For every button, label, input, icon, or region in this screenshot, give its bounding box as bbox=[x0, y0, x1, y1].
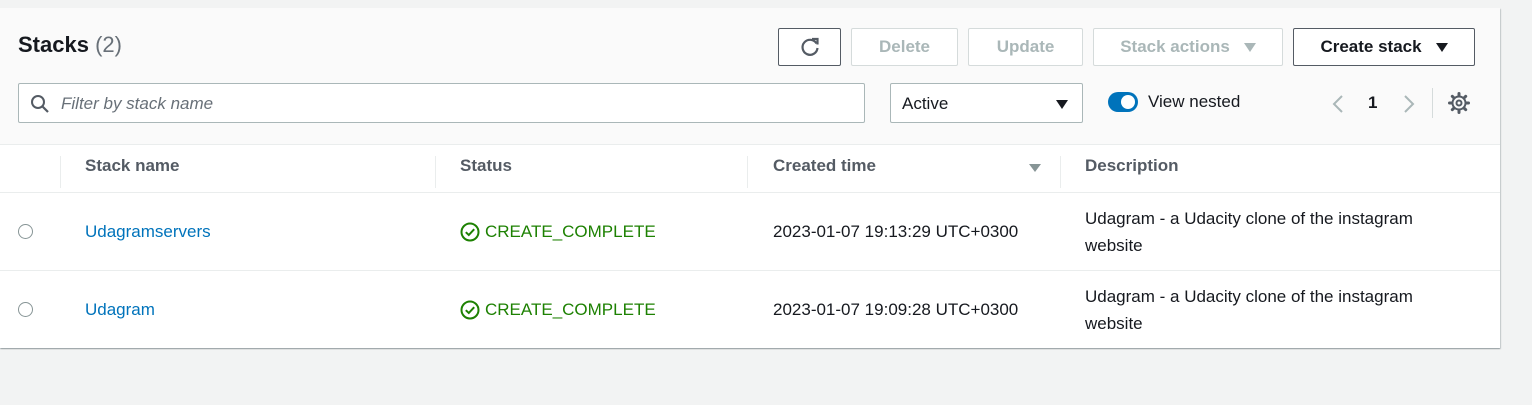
status-success-icon bbox=[460, 222, 480, 242]
divider bbox=[1432, 88, 1433, 118]
delete-button[interactable]: Delete bbox=[851, 28, 958, 66]
column-header-description[interactable]: Description bbox=[1085, 156, 1179, 176]
caret-down-icon bbox=[1056, 100, 1068, 109]
toggle-knob bbox=[1121, 95, 1135, 109]
status-text: CREATE_COMPLETE bbox=[485, 300, 656, 319]
table-row: Udagramservers CREATE_COMPLETE 2023-01-0… bbox=[0, 192, 1500, 271]
stack-actions-button[interactable]: Stack actions bbox=[1093, 28, 1283, 66]
search-icon bbox=[31, 95, 49, 113]
refresh-icon bbox=[800, 37, 819, 56]
search-field[interactable] bbox=[18, 83, 865, 124]
chevron-right-icon[interactable] bbox=[1402, 94, 1416, 114]
created-time: 2023-01-07 19:13:29 UTC+0300 bbox=[773, 222, 1019, 241]
refresh-button[interactable] bbox=[778, 28, 841, 66]
caret-down-icon bbox=[1435, 42, 1448, 52]
search-input[interactable] bbox=[59, 84, 853, 124]
description: Udagram - a Udacity clone of the instagr… bbox=[1085, 287, 1413, 333]
created-time: 2023-01-07 19:09:28 UTC+0300 bbox=[773, 300, 1019, 319]
update-button[interactable]: Update bbox=[968, 28, 1083, 66]
chevron-left-icon[interactable] bbox=[1331, 94, 1345, 114]
column-header-stack-name[interactable]: Stack name bbox=[85, 156, 180, 176]
create-stack-button[interactable]: Create stack bbox=[1293, 28, 1475, 66]
table-row: Udagram CREATE_COMPLETE 2023-01-07 19:09… bbox=[0, 270, 1500, 349]
column-separator bbox=[60, 156, 61, 188]
status-filter-value: Active bbox=[902, 94, 949, 113]
sort-down-icon[interactable] bbox=[1028, 163, 1042, 173]
caret-down-icon bbox=[1243, 42, 1256, 52]
column-separator bbox=[1060, 156, 1061, 188]
column-header-created-time[interactable]: Created time bbox=[773, 156, 876, 176]
stacks-header: Stacks (2) Delete Update Stack actions C… bbox=[0, 8, 1500, 145]
settings-icon[interactable] bbox=[1448, 92, 1470, 114]
status-cell: CREATE_COMPLETE bbox=[460, 222, 656, 242]
stacks-panel: Stacks (2) Delete Update Stack actions C… bbox=[0, 8, 1500, 348]
row-select-radio[interactable] bbox=[18, 302, 33, 317]
status-text: CREATE_COMPLETE bbox=[485, 222, 656, 241]
stack-actions-label: Stack actions bbox=[1120, 37, 1230, 56]
status-filter-select[interactable]: Active bbox=[890, 83, 1083, 123]
status-cell: CREATE_COMPLETE bbox=[460, 300, 656, 320]
create-stack-label: Create stack bbox=[1320, 37, 1422, 56]
view-nested-label: View nested bbox=[1148, 92, 1241, 111]
update-button-label: Update bbox=[996, 37, 1055, 56]
view-nested-toggle[interactable] bbox=[1108, 92, 1138, 112]
delete-button-label: Delete bbox=[878, 37, 931, 56]
row-select-radio[interactable] bbox=[18, 224, 33, 239]
column-separator bbox=[747, 156, 748, 188]
status-success-icon bbox=[460, 300, 480, 320]
description: Udagram - a Udacity clone of the instagr… bbox=[1085, 209, 1413, 255]
column-separator bbox=[435, 156, 436, 188]
page-number[interactable]: 1 bbox=[1368, 93, 1377, 113]
column-header-status[interactable]: Status bbox=[460, 156, 512, 176]
title-text: Stacks bbox=[18, 32, 89, 57]
page-title: Stacks (2) bbox=[18, 32, 122, 58]
stack-name-link[interactable]: Udagramservers bbox=[85, 222, 211, 242]
stack-name-link[interactable]: Udagram bbox=[85, 300, 155, 320]
stack-count: (2) bbox=[95, 32, 122, 57]
